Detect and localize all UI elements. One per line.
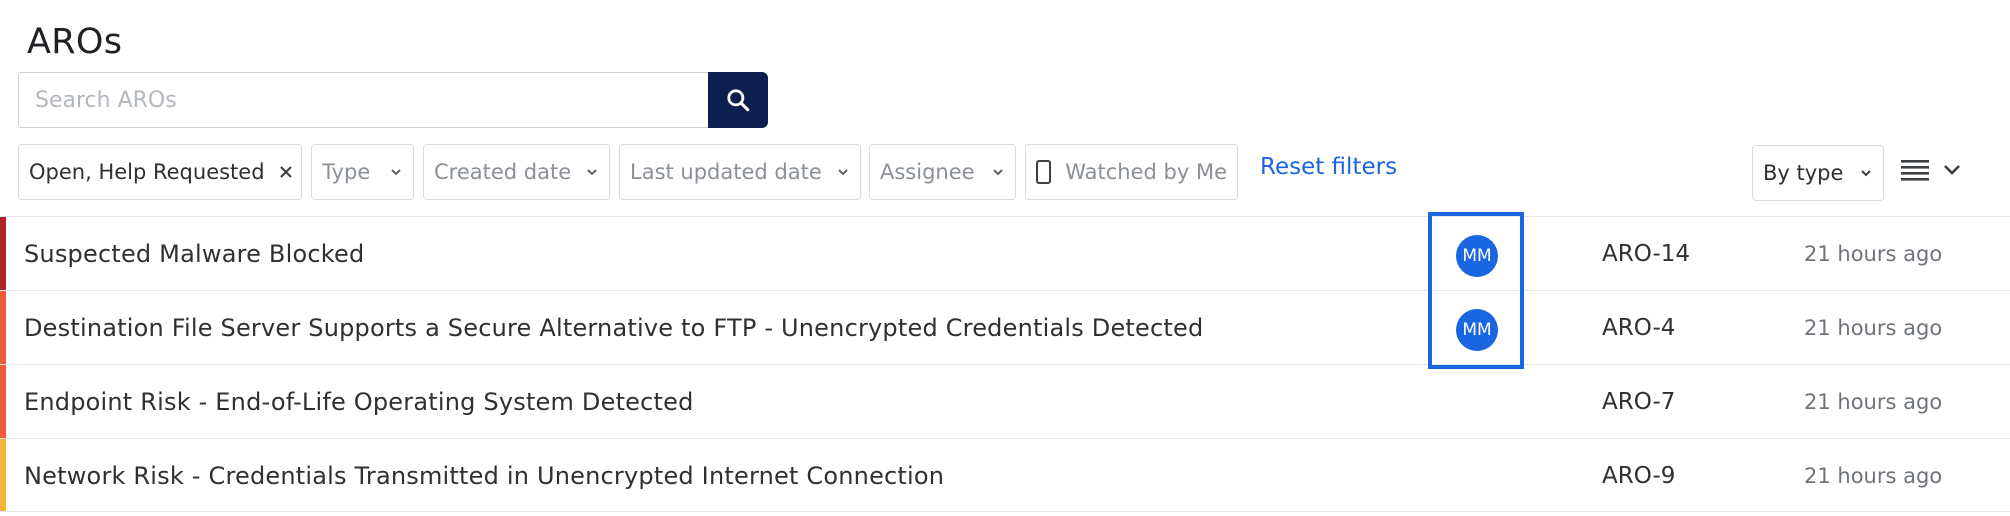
assignee-avatar[interactable]: MM: [1456, 309, 1498, 351]
row-timestamp: 21 hours ago: [1804, 464, 1943, 488]
table-row[interactable]: Destination File Server Supports a Secur…: [0, 290, 2010, 364]
last-updated-filter-dropdown[interactable]: Last updated date: [619, 144, 861, 200]
page-title: AROs: [27, 22, 123, 62]
aro-list: Suspected Malware Blocked MM ARO-14 21 h…: [0, 216, 2010, 512]
chevron-down-icon: [585, 167, 599, 177]
list-view-icon: [1901, 160, 1929, 181]
group-by-dropdown[interactable]: By type: [1752, 145, 1884, 201]
assignee-filter-label: Assignee: [880, 160, 975, 184]
table-row[interactable]: Suspected Malware Blocked MM ARO-14 21 h…: [0, 216, 2010, 290]
watched-label: Watched by Me: [1065, 160, 1227, 184]
row-title[interactable]: Suspected Malware Blocked: [24, 217, 364, 291]
status-filter-label: Open, Help Requested: [29, 160, 265, 184]
row-id: ARO-14: [1602, 241, 1691, 267]
severity-indicator: [0, 291, 6, 364]
created-date-filter-label: Created date: [434, 160, 572, 184]
assignee-avatar[interactable]: MM: [1456, 235, 1498, 277]
watched-checkbox[interactable]: [1036, 160, 1052, 184]
row-timestamp: 21 hours ago: [1804, 242, 1943, 266]
view-mode-toggle[interactable]: [1900, 158, 1962, 182]
chevron-down-icon: [389, 167, 403, 177]
clear-filter-icon[interactable]: [279, 165, 293, 179]
chevron-down-icon: [836, 167, 850, 177]
last-updated-filter-label: Last updated date: [630, 160, 822, 184]
assignee-filter-dropdown[interactable]: Assignee: [869, 144, 1016, 200]
created-date-filter-dropdown[interactable]: Created date: [423, 144, 610, 200]
row-title[interactable]: Destination File Server Supports a Secur…: [24, 291, 1203, 365]
group-by-label: By type: [1763, 161, 1844, 185]
type-filter-dropdown[interactable]: Type: [311, 144, 414, 200]
search-bar: [18, 72, 768, 128]
row-id: ARO-9: [1602, 463, 1676, 489]
row-id: ARO-4: [1602, 315, 1676, 341]
chevron-down-icon: [991, 167, 1005, 177]
row-id: ARO-7: [1602, 389, 1676, 415]
severity-indicator: [0, 365, 6, 438]
row-timestamp: 21 hours ago: [1804, 390, 1943, 414]
search-icon: [727, 89, 750, 112]
watched-by-me-filter[interactable]: Watched by Me: [1025, 144, 1238, 200]
row-title[interactable]: Network Risk - Credentials Transmitted i…: [24, 439, 944, 513]
search-button[interactable]: [708, 72, 768, 128]
search-input[interactable]: [18, 72, 708, 128]
chevron-down-icon: [1859, 168, 1873, 178]
reset-filters-link[interactable]: Reset filters: [1260, 154, 1397, 180]
table-row[interactable]: Endpoint Risk - End-of-Life Operating Sy…: [0, 364, 2010, 438]
type-filter-label: Type: [322, 160, 371, 184]
severity-indicator: [0, 217, 6, 290]
row-title[interactable]: Endpoint Risk - End-of-Life Operating Sy…: [24, 365, 694, 439]
severity-indicator: [0, 439, 6, 511]
status-filter-chip[interactable]: Open, Help Requested: [18, 144, 302, 200]
row-timestamp: 21 hours ago: [1804, 316, 1943, 340]
chevron-down-icon: [1944, 165, 1960, 175]
table-row[interactable]: Network Risk - Credentials Transmitted i…: [0, 438, 2010, 512]
